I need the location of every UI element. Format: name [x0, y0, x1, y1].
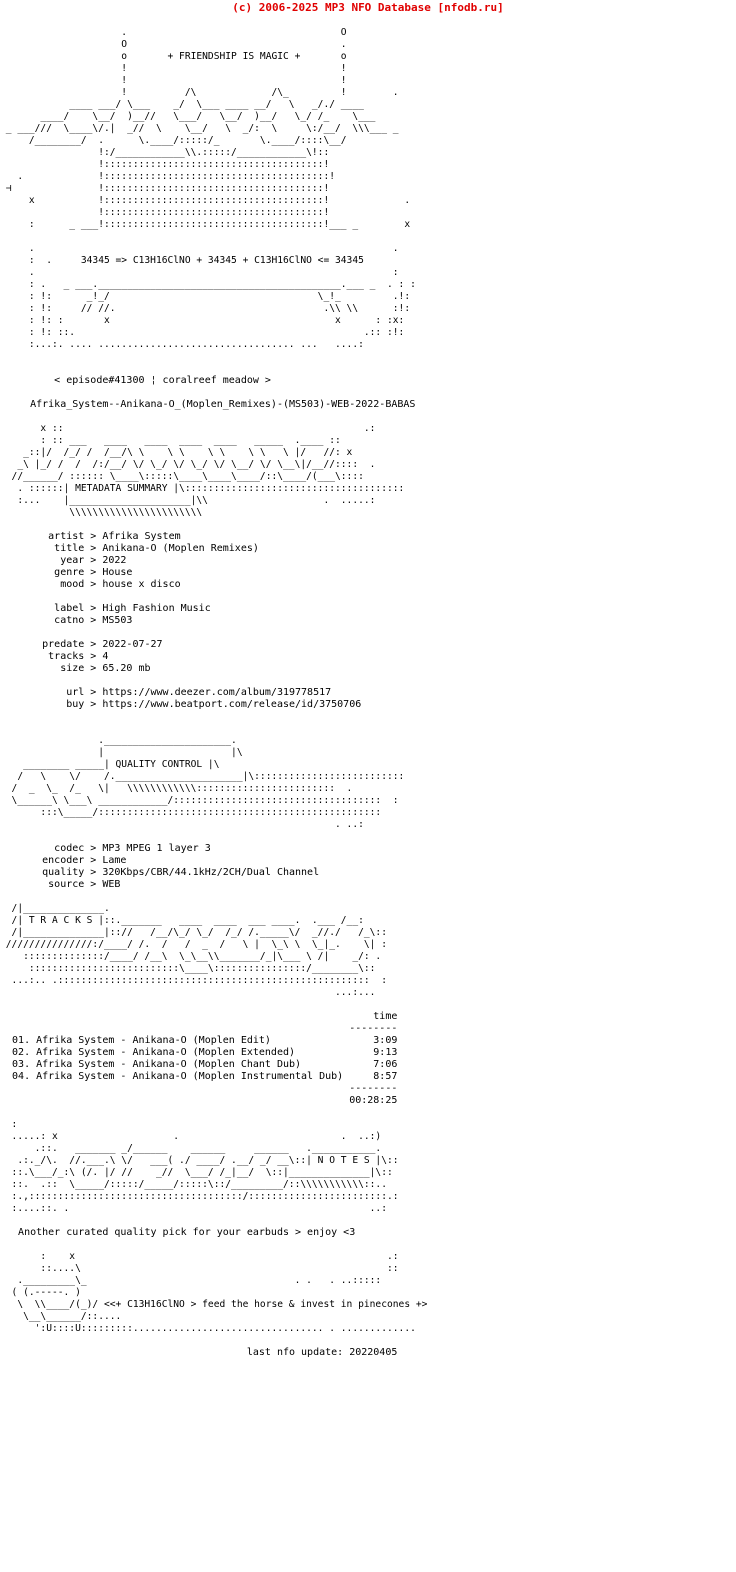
tracklist: time -------- 01. Afrika System - Anikan…	[12, 1011, 398, 1106]
episode-line: < episode#41300 ¦ coralreef meadow >	[54, 375, 271, 386]
quality-control-banner: .______________________. | |\ ________ _…	[11, 735, 405, 830]
tracks-banner: /|______________. /| T R A C K S |::.___…	[5, 903, 387, 998]
metadata-fields: artist > Afrika System title > Anikana-O…	[42, 531, 362, 710]
header-ascii-art: . O O . o + FRIENDSHIP IS MAGIC + o ! ! …	[5, 27, 416, 350]
last-nfo-update: last nfo update: 20220405	[246, 1347, 398, 1358]
metadata-summary-banner: x :: .: : :: ___ ____ ____ ____ ____ ___…	[11, 423, 405, 518]
quality-fields: codec > MP3 MPEG 1 layer 3 encoder > Lam…	[42, 843, 320, 890]
notes-text: Another curated quality pick for your ea…	[18, 1227, 356, 1238]
footer-ascii-art: : x .: ::....\ :: ._________\_ . . . ..:…	[11, 1251, 428, 1334]
nfodb-copyright-banner: (c) 2006-2025 MP3 NFO Database [nfodb.ru…	[232, 1, 504, 14]
nfo-document: (c) 2006-2025 MP3 NFO Database [nfodb.ru…	[0, 0, 736, 1359]
notes-banner: : .....: x . . ..:) .::. _______ _/_____…	[11, 1119, 399, 1214]
release-name: Afrika_System--Anikana-O_(Moplen_Remixes…	[30, 399, 416, 410]
